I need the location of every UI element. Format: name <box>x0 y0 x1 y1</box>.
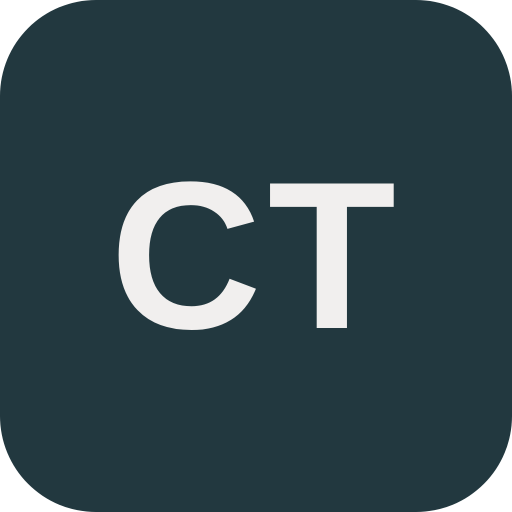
app-icon-monogram: CT <box>110 138 402 373</box>
app-icon[interactable]: CT <box>0 0 512 512</box>
